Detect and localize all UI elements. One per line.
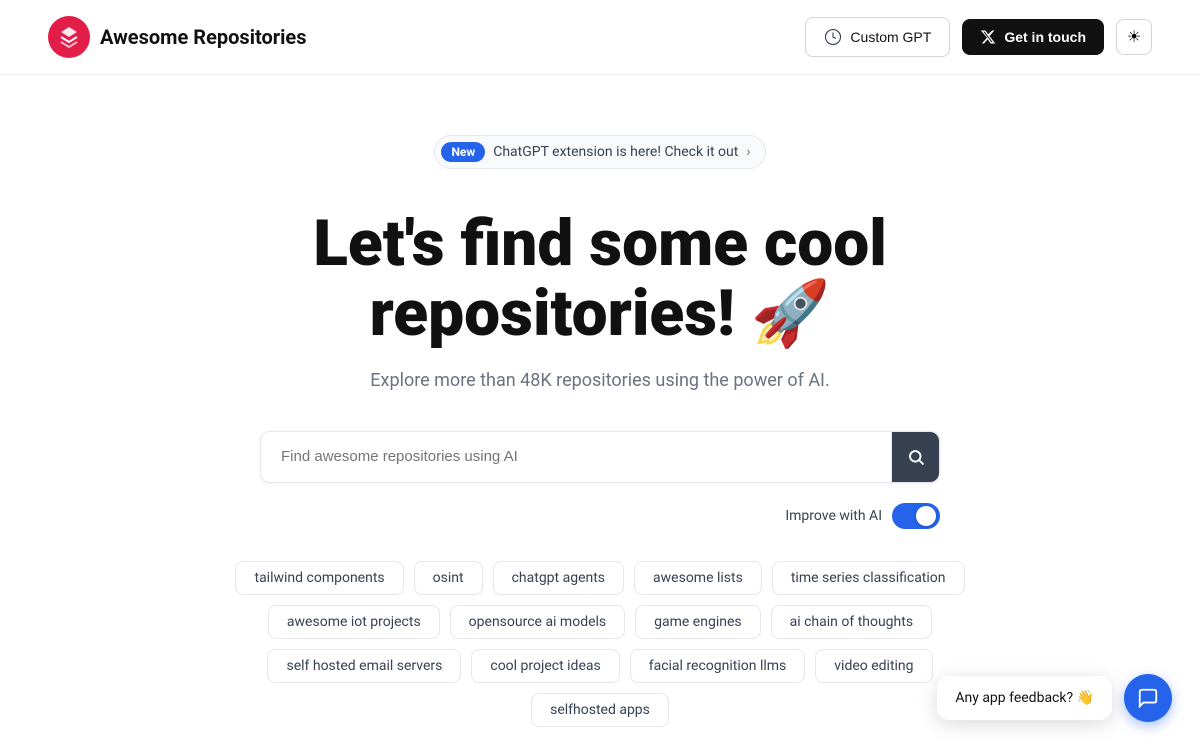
custom-gpt-button[interactable]: Custom GPT xyxy=(805,17,950,57)
logo-text: Awesome Repositories xyxy=(100,25,306,49)
header-actions: Custom GPT Get in touch ☀ xyxy=(805,17,1152,57)
feedback-widget: Any app feedback? 👋 xyxy=(937,674,1172,722)
feedback-chat-button[interactable] xyxy=(1124,674,1172,722)
hero-title: Let's find some cool repositories! 🚀 xyxy=(150,209,1050,350)
logo-icon xyxy=(48,16,90,58)
theme-toggle-button[interactable]: ☀ xyxy=(1116,19,1152,55)
main-content: New ChatGPT extension is here! Check it … xyxy=(0,75,1200,727)
custom-gpt-label: Custom GPT xyxy=(850,29,931,45)
search-box xyxy=(260,431,940,483)
announcement-banner[interactable]: New ChatGPT extension is here! Check it … xyxy=(434,135,765,169)
ai-toggle-label: Improve with AI xyxy=(785,508,882,524)
banner-text: ChatGPT extension is here! Check it out xyxy=(493,144,738,160)
tag-item[interactable]: ai chain of thoughts xyxy=(771,605,932,639)
search-icon xyxy=(907,448,925,466)
x-icon xyxy=(980,29,996,45)
hero-subtitle: Explore more than 48K repositories using… xyxy=(370,370,829,391)
toggle-knob xyxy=(916,506,936,526)
ai-toggle-row: Improve with AI xyxy=(260,503,940,529)
tag-item[interactable]: time series classification xyxy=(772,561,965,595)
banner-chevron-icon: › xyxy=(746,144,750,160)
tag-item[interactable]: video editing xyxy=(815,649,932,683)
tag-item[interactable]: cool project ideas xyxy=(471,649,619,683)
chat-icon xyxy=(1137,687,1159,709)
banner-new-badge: New xyxy=(441,142,485,162)
search-container xyxy=(260,431,940,483)
feedback-bubble: Any app feedback? 👋 xyxy=(937,676,1112,720)
theme-icon: ☀ xyxy=(1127,27,1141,47)
tag-item[interactable]: opensource ai models xyxy=(450,605,625,639)
tag-item[interactable]: awesome lists xyxy=(634,561,762,595)
tag-item[interactable]: osint xyxy=(414,561,483,595)
ai-toggle-switch[interactable] xyxy=(892,503,940,529)
tag-item[interactable]: facial recognition llms xyxy=(630,649,806,683)
search-button[interactable] xyxy=(891,432,939,482)
tag-item[interactable]: selfhosted apps xyxy=(531,693,669,727)
search-input[interactable] xyxy=(261,432,891,481)
tag-item[interactable]: game engines xyxy=(635,605,760,639)
tag-item[interactable]: self hosted email servers xyxy=(267,649,461,683)
get-in-touch-label: Get in touch xyxy=(1004,29,1086,45)
tag-item[interactable]: tailwind components xyxy=(235,561,403,595)
tag-item[interactable]: chatgpt agents xyxy=(493,561,624,595)
header: Awesome Repositories Custom GPT Get in t… xyxy=(0,0,1200,75)
tag-item[interactable]: awesome iot projects xyxy=(268,605,440,639)
logo-area: Awesome Repositories xyxy=(48,16,306,58)
gpt-icon xyxy=(824,28,842,46)
get-in-touch-button[interactable]: Get in touch xyxy=(962,19,1104,55)
tags-section: tailwind components osint chatgpt agents aw… xyxy=(220,561,980,727)
